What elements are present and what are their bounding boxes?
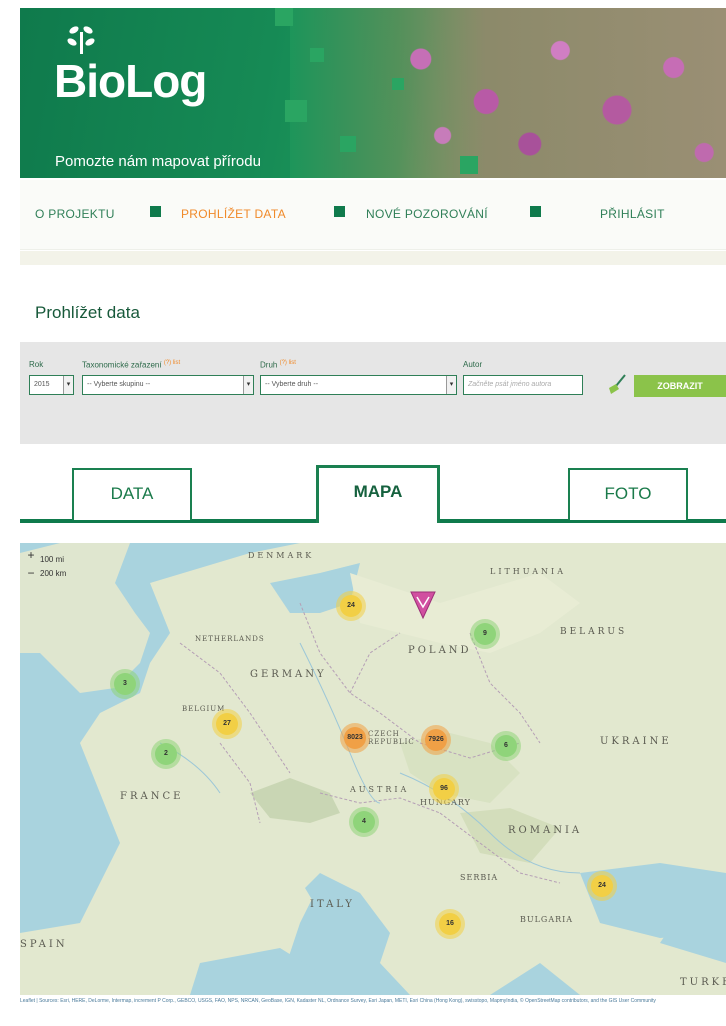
nav-item-prihlasit[interactable]: PŘIHLÁSIT xyxy=(600,207,665,221)
banner-pixel xyxy=(285,100,307,122)
broom-icon[interactable] xyxy=(605,372,629,396)
map-basemap xyxy=(20,543,726,995)
taxonomy-label: Taxonomické zařazení (?) list xyxy=(82,360,181,370)
banner-pixel xyxy=(460,156,478,174)
nav-stripe xyxy=(20,251,726,265)
tab-mapa[interactable]: MAPA xyxy=(316,465,440,523)
banner-pixel xyxy=(310,48,324,62)
banner-pixel xyxy=(340,136,356,152)
year-select-value: 2015 xyxy=(34,381,50,388)
nav-item-prohlizet-data[interactable]: PROHLÍŽET DATA xyxy=(181,207,286,221)
map-attribution[interactable]: Leaflet | Sources: Esri, HERE, DeLorme, … xyxy=(20,998,726,1020)
country-label: SPAIN xyxy=(20,939,68,950)
map-cluster[interactable]: 24 xyxy=(340,595,362,617)
observations-map[interactable]: + − 100 mi 200 km DENMARK LITHUANIA BELA… xyxy=(20,543,726,995)
country-label: UKRAINE xyxy=(600,736,672,747)
tagline: Pomozte nám mapovat přírodu xyxy=(55,153,261,170)
map-cluster[interactable]: 96 xyxy=(433,778,455,800)
map-pin-icon[interactable] xyxy=(408,589,438,621)
map-cluster[interactable]: 16 xyxy=(439,913,461,935)
species-label: Druh (?) list xyxy=(260,360,296,370)
species-select[interactable]: -- Vyberte druh -- ▾ xyxy=(260,375,457,395)
country-label: AUSTRIA xyxy=(350,785,410,794)
logo-text[interactable]: BioLog xyxy=(54,56,207,106)
map-cluster[interactable]: 24 xyxy=(591,875,613,897)
actor-label: Autor xyxy=(463,360,483,369)
country-label: BULGARIA xyxy=(520,915,574,924)
header-banner: BioLog Pomozte nám mapovat přírodu xyxy=(20,8,726,178)
map-cluster[interactable]: 6 xyxy=(495,735,517,757)
banner-pixel xyxy=(275,8,293,26)
banner-pixel xyxy=(392,78,404,90)
chevron-down-icon: ▾ xyxy=(446,376,456,394)
country-label: TURKEY xyxy=(680,977,726,988)
country-label: ITALY xyxy=(310,899,355,910)
country-label: ROMANIA xyxy=(508,825,583,836)
zoom-out-button[interactable]: − xyxy=(24,567,38,581)
country-label: SERBIA xyxy=(460,873,499,882)
map-cluster[interactable]: 4 xyxy=(353,811,375,833)
country-label: BELARUS xyxy=(560,627,628,637)
country-label: DENMARK xyxy=(248,551,315,560)
actor-input[interactable]: Začněte psát jméno autora xyxy=(463,375,583,395)
header-flower-photo xyxy=(290,8,726,178)
taxonomy-select[interactable]: -- Vyberte skupinu -- ▾ xyxy=(82,375,254,395)
taxonomy-select-value: -- Vyberte skupinu -- xyxy=(87,381,151,388)
zoom-in-button[interactable]: + xyxy=(24,549,38,563)
map-cluster[interactable]: 27 xyxy=(216,713,238,735)
species-select-value: -- Vyberte druh -- xyxy=(265,381,319,388)
scale-top: 100 mi xyxy=(40,555,65,564)
page-title: Prohlížet data xyxy=(35,303,140,322)
map-cluster[interactable]: 9 xyxy=(474,623,496,645)
country-label: FRANCE xyxy=(120,791,184,802)
map-cluster[interactable]: 2 xyxy=(155,743,177,765)
country-label: BELGIUM xyxy=(182,705,226,713)
chevron-down-icon: ▾ xyxy=(243,376,253,394)
nav-separator xyxy=(530,206,541,217)
nav-separator xyxy=(334,206,345,217)
nav-separator xyxy=(150,206,161,217)
chevron-down-icon: ▾ xyxy=(63,376,73,394)
country-label: NETHERLANDS xyxy=(195,635,265,643)
view-tabs: DATA MAPA FOTO xyxy=(20,465,726,523)
year-select[interactable]: 2015 ▾ xyxy=(29,375,74,395)
country-label: LITHUANIA xyxy=(490,567,566,576)
tab-data[interactable]: DATA xyxy=(72,468,192,520)
scale-bottom: 200 km xyxy=(40,569,67,578)
filter-bar: Rok 2015 ▾ Taxonomické zařazení (?) list… xyxy=(20,342,726,444)
show-button[interactable]: ZOBRAZIT xyxy=(634,375,726,397)
map-cluster[interactable]: 3 xyxy=(114,673,136,695)
main-nav: O PROJEKTU PROHLÍŽET DATA NOVÉ POZOROVÁN… xyxy=(20,180,726,250)
country-label: GERMANY xyxy=(250,669,327,680)
tab-foto[interactable]: FOTO xyxy=(568,468,688,520)
biolog-logo-icon xyxy=(67,26,95,54)
nav-item-o-projektu[interactable]: O PROJEKTU xyxy=(35,207,115,221)
country-label: CZECH REPUBLIC xyxy=(368,730,415,746)
nav-item-nove-pozorovani[interactable]: NOVÉ POZOROVÁNÍ xyxy=(366,207,488,221)
map-cluster[interactable]: 7926 xyxy=(425,729,447,751)
year-label: Rok xyxy=(29,360,44,369)
map-cluster[interactable]: 8023 xyxy=(344,727,366,749)
country-label: POLAND xyxy=(408,645,472,656)
